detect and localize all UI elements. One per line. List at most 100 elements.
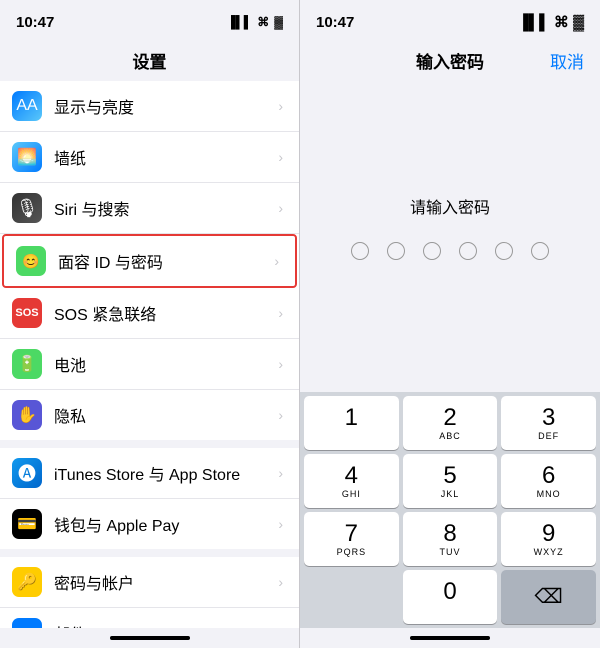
key-7-number: 7 xyxy=(345,522,358,546)
keypad-row-1: 1 2 ABC 3 DEF xyxy=(304,396,596,450)
left-nav-title: 设置 xyxy=(0,44,299,81)
settings-list: AA 显示与亮度 › 🌅 墙纸 › 🎙 Siri 与搜索 › 😊 面容 ID 与… xyxy=(0,81,299,628)
passcode-dot-6 xyxy=(531,242,549,260)
settings-group-3: 🔑 密码与帐户 › ✉ 邮件 › 👤 通讯录 › 📅 日历 › 📝 备忘 xyxy=(0,557,299,628)
settings-item-wallpaper[interactable]: 🌅 墙纸 › xyxy=(0,132,299,183)
right-panel: 10:47 ▐▌▌ ⌘ ▓ 输入密码 取消 请输入密码 1 2 xyxy=(300,0,600,648)
battery-icon: ▓ xyxy=(274,15,283,29)
key-delete-symbol: ⌫ xyxy=(535,587,563,607)
right-home-indicator xyxy=(300,628,600,648)
key-9[interactable]: 9 WXYZ xyxy=(501,512,596,566)
settings-item-faceid[interactable]: 😊 面容 ID 与密码 › xyxy=(2,234,297,288)
home-bar xyxy=(410,636,490,640)
chevron-icon: › xyxy=(278,516,283,532)
key-0[interactable]: 0 xyxy=(403,570,498,624)
display-icon: AA xyxy=(12,91,42,121)
wallet-icon: 💳 xyxy=(12,509,42,539)
key-empty xyxy=(304,570,399,624)
wallpaper-label: 墙纸 xyxy=(54,145,278,169)
right-time: 10:47 xyxy=(316,14,354,31)
settings-item-privacy[interactable]: ✋ 隐私 › xyxy=(0,390,299,440)
passcode-dot-4 xyxy=(459,242,477,260)
keypad-row-2: 4 GHI 5 JKL 6 MNO xyxy=(304,454,596,508)
settings-item-mail[interactable]: ✉ 邮件 › xyxy=(0,608,299,628)
passcode-dot-5 xyxy=(495,242,513,260)
left-status-bar: 10:47 ▐▌▌ ⌘ ▓ xyxy=(0,0,299,44)
wifi-icon: ⌘ xyxy=(554,14,569,31)
siri-label: Siri 与搜索 xyxy=(54,196,278,220)
right-nav: 输入密码 取消 xyxy=(300,44,600,81)
key-7[interactable]: 7 PQRS xyxy=(304,512,399,566)
signal-icon: ▐▌▌ xyxy=(518,14,550,31)
passcode-area: 请输入密码 xyxy=(300,81,600,392)
settings-group-2: 🅐 iTunes Store 与 App Store › 💳 钱包与 Apple… xyxy=(0,448,299,549)
passcode-prompt: 请输入密码 xyxy=(410,194,490,218)
passcode-dot-3 xyxy=(423,242,441,260)
sos-label: SOS 紧急联络 xyxy=(54,301,278,325)
battery-icon: ▓ xyxy=(573,14,584,31)
chevron-icon: › xyxy=(278,98,283,114)
left-home-indicator xyxy=(0,628,299,648)
chevron-icon: › xyxy=(278,200,283,216)
chevron-icon: › xyxy=(274,253,279,269)
battery-label: 电池 xyxy=(54,352,278,376)
keypad-row-3: 7 PQRS 8 TUV 9 WXYZ xyxy=(304,512,596,566)
key-4[interactable]: 4 GHI xyxy=(304,454,399,508)
home-bar xyxy=(110,636,190,640)
left-status-icons: ▐▌▌ ⌘ ▓ xyxy=(227,15,283,29)
key-0-letters xyxy=(448,605,452,615)
privacy-icon: ✋ xyxy=(12,400,42,430)
key-1-letters xyxy=(350,431,354,441)
key-2-letters: ABC xyxy=(439,431,461,441)
passcode-dot-2 xyxy=(387,242,405,260)
passwords-label: 密码与帐户 xyxy=(54,570,278,594)
chevron-icon: › xyxy=(278,465,283,481)
key-6[interactable]: 6 MNO xyxy=(501,454,596,508)
chevron-icon: › xyxy=(278,625,283,628)
cancel-button[interactable]: 取消 xyxy=(550,48,584,73)
chevron-icon: › xyxy=(278,305,283,321)
right-status-bar: 10:47 ▐▌▌ ⌘ ▓ xyxy=(300,0,600,44)
wifi-icon: ⌘ xyxy=(257,15,269,29)
settings-item-sos[interactable]: SOS SOS 紧急联络 › xyxy=(0,288,299,339)
settings-item-wallet[interactable]: 💳 钱包与 Apple Pay › xyxy=(0,499,299,549)
chevron-icon: › xyxy=(278,356,283,372)
chevron-icon: › xyxy=(278,149,283,165)
settings-group-1: AA 显示与亮度 › 🌅 墙纸 › 🎙 Siri 与搜索 › 😊 面容 ID 与… xyxy=(0,81,299,440)
left-time: 10:47 xyxy=(16,14,54,31)
key-3[interactable]: 3 DEF xyxy=(501,396,596,450)
key-0-number: 0 xyxy=(443,580,456,604)
key-8-letters: TUV xyxy=(440,547,461,557)
key-9-letters: WXYZ xyxy=(534,547,564,557)
settings-item-display[interactable]: AA 显示与亮度 › xyxy=(0,81,299,132)
display-label: 显示与亮度 xyxy=(54,94,278,118)
settings-item-battery[interactable]: 🔋 电池 › xyxy=(0,339,299,390)
settings-item-siri[interactable]: 🎙 Siri 与搜索 › xyxy=(0,183,299,234)
key-8-number: 8 xyxy=(443,522,456,546)
key-delete[interactable]: ⌫ xyxy=(501,570,596,624)
signal-icon: ▐▌▌ xyxy=(227,15,253,29)
faceid-label: 面容 ID 与密码 xyxy=(58,249,274,273)
passwords-icon: 🔑 xyxy=(12,567,42,597)
sos-icon: SOS xyxy=(12,298,42,328)
chevron-icon: › xyxy=(278,407,283,423)
key-1-number: 1 xyxy=(345,406,358,430)
key-5-letters: JKL xyxy=(441,489,460,499)
key-1[interactable]: 1 xyxy=(304,396,399,450)
key-3-number: 3 xyxy=(542,406,555,430)
mail-label: 邮件 xyxy=(54,621,278,628)
itunes-label: iTunes Store 与 App Store xyxy=(54,461,278,485)
siri-icon: 🎙 xyxy=(12,193,42,223)
key-7-letters: PQRS xyxy=(337,547,367,557)
key-5[interactable]: 5 JKL xyxy=(403,454,498,508)
right-status-icons: ▐▌▌ ⌘ ▓ xyxy=(518,13,584,31)
right-nav-title: 输入密码 xyxy=(416,48,484,73)
settings-item-passwords[interactable]: 🔑 密码与帐户 › xyxy=(0,557,299,608)
keypad: 1 2 ABC 3 DEF 4 GHI 5 JKL 6 xyxy=(300,392,600,628)
settings-item-itunes[interactable]: 🅐 iTunes Store 与 App Store › xyxy=(0,448,299,499)
key-2[interactable]: 2 ABC xyxy=(403,396,498,450)
mail-icon: ✉ xyxy=(12,618,42,628)
key-9-number: 9 xyxy=(542,522,555,546)
appstore-icon: 🅐 xyxy=(12,458,42,488)
key-8[interactable]: 8 TUV xyxy=(403,512,498,566)
